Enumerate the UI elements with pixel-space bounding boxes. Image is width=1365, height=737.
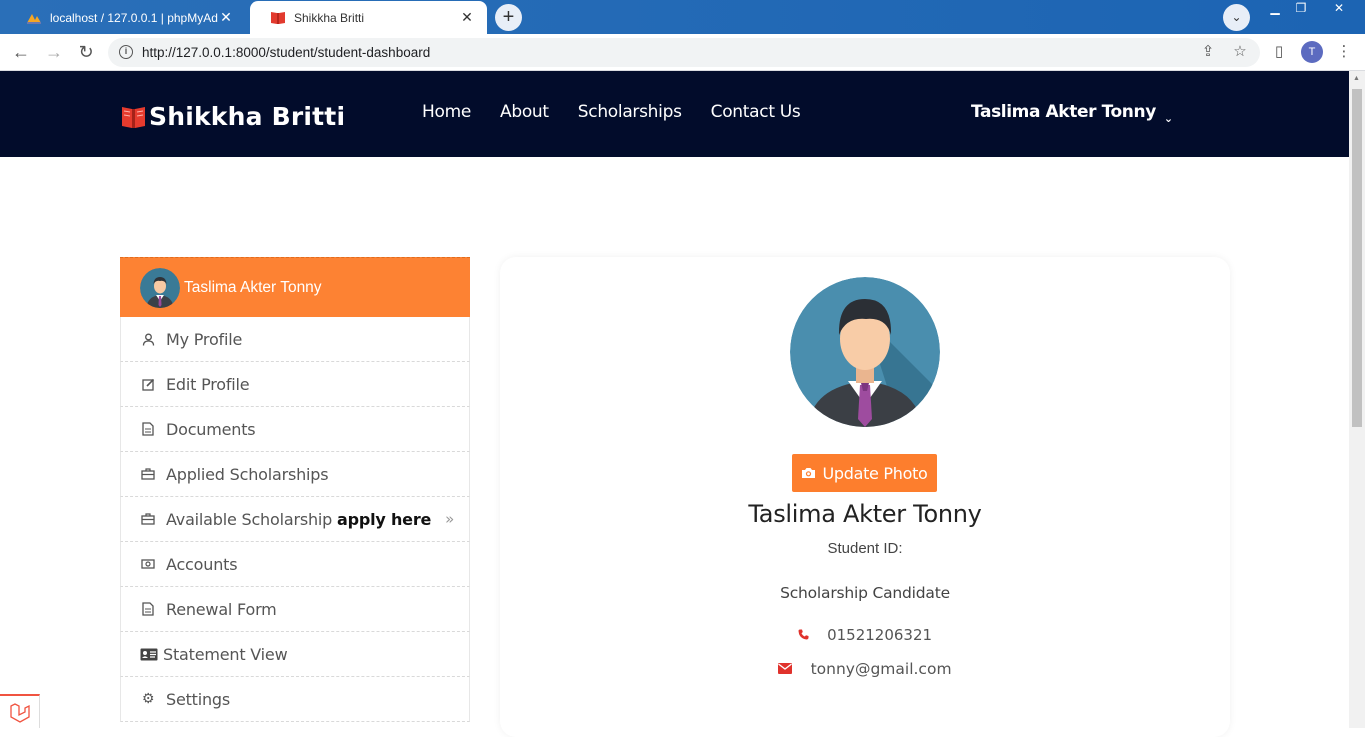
gear-icon: ⚙ xyxy=(141,691,155,707)
site-header: Shikkha Britti Home About Scholarships C… xyxy=(0,71,1349,157)
phpmyadmin-favicon-icon xyxy=(27,13,41,24)
close-tab-icon[interactable]: ✕ xyxy=(218,9,234,26)
apply-here-text: apply here xyxy=(336,509,432,529)
edit-icon xyxy=(141,377,155,391)
chevron-down-icon: ⌄ xyxy=(1163,111,1173,125)
user-dropdown[interactable]: Taslima Akter Tonny ⌄ xyxy=(971,102,1173,125)
sidebar-item-label: Accounts xyxy=(166,554,238,574)
nav-contact-us[interactable]: Contact Us xyxy=(711,102,801,122)
book-logo-icon xyxy=(122,106,145,128)
briefcase-icon xyxy=(141,467,155,481)
browser-tab-shikkha-britti[interactable]: Shikkha Britti ✕ xyxy=(250,1,487,34)
share-icon[interactable]: ⇪ xyxy=(1197,41,1219,63)
sidebar-item-label: Documents xyxy=(166,419,256,439)
phone-icon xyxy=(798,629,813,644)
bookmark-star-icon[interactable]: ☆ xyxy=(1229,41,1251,63)
side-panel-icon[interactable]: ▯ xyxy=(1268,41,1290,63)
browser-tab-strip: localhost / 127.0.0.1 | phpMyAdmin ✕ Shi… xyxy=(0,0,1365,34)
scrollbar-thumb[interactable] xyxy=(1352,89,1362,427)
sidebar-item-my-profile[interactable]: My Profile xyxy=(120,317,470,362)
tab-title: Shikkha Britti xyxy=(294,10,365,25)
site-info-icon[interactable]: i xyxy=(119,45,133,59)
browser-menu-icon[interactable]: ⋮ xyxy=(1333,41,1355,63)
profile-role: Scholarship Candidate xyxy=(780,584,950,602)
profile-phone: 01521206321 xyxy=(500,626,1230,644)
money-icon xyxy=(141,557,155,571)
camera-icon xyxy=(801,464,816,483)
sidebar-item-accounts[interactable]: Accounts xyxy=(120,542,470,587)
forward-arrow-icon[interactable]: → xyxy=(42,40,66,64)
sidebar-item-edit-profile[interactable]: Edit Profile xyxy=(120,362,470,407)
user-icon xyxy=(141,332,155,346)
back-arrow-icon[interactable]: ← xyxy=(9,40,33,64)
document-icon xyxy=(141,422,155,436)
profile-avatar xyxy=(790,277,940,427)
update-photo-button[interactable]: Update Photo xyxy=(792,454,937,492)
sidebar-item-label: Applied Scholarships xyxy=(166,464,329,484)
dashboard-sidebar: Taslima Akter Tonny My Profile Edit Prof… xyxy=(120,257,470,722)
close-window-icon[interactable]: ✕ xyxy=(1326,0,1352,18)
profile-name: Taslima Akter Tonny xyxy=(748,500,982,528)
sidebar-item-statement-view[interactable]: Statement View xyxy=(120,632,470,677)
scroll-up-arrow-icon[interactable]: ▲ xyxy=(1353,75,1360,82)
sidebar-item-available-scholarship[interactable]: Available Scholarship apply here » xyxy=(120,497,470,542)
browser-profile-avatar[interactable]: T xyxy=(1301,41,1323,63)
double-chevron-right-icon: » xyxy=(445,510,455,528)
sidebar-item-label: Settings xyxy=(166,689,231,709)
main-nav: Home About Scholarships Contact Us xyxy=(422,102,830,122)
book-favicon-icon xyxy=(271,11,285,24)
id-card-icon xyxy=(140,647,158,661)
student-id-label: Student ID: xyxy=(827,540,903,557)
phone-number: 01521206321 xyxy=(827,626,933,644)
address-bar[interactable]: i http://127.0.0.1:8000/student/student-… xyxy=(108,38,1260,67)
brand-logo[interactable]: Shikkha Britti xyxy=(121,102,345,131)
nav-about[interactable]: About xyxy=(500,102,549,122)
laravel-debugbar-icon[interactable] xyxy=(0,694,40,728)
new-tab-button[interactable]: + xyxy=(495,4,522,31)
minimize-window-icon[interactable]: ▁ xyxy=(1262,0,1288,18)
reload-icon[interactable]: ↻ xyxy=(74,40,98,64)
nav-scholarships[interactable]: Scholarships xyxy=(578,102,682,122)
sidebar-item-label: Available Scholarship xyxy=(166,509,337,529)
update-photo-label: Update Photo xyxy=(822,463,928,483)
sidebar-item-renewal-form[interactable]: Renewal Form xyxy=(120,587,470,632)
browser-toolbar: ← → ↻ i http://127.0.0.1:8000/student/st… xyxy=(0,34,1365,71)
envelope-icon xyxy=(778,663,796,678)
sidebar-header: Taslima Akter Tonny xyxy=(120,257,470,317)
tab-search-chevron-icon[interactable]: ⌄ xyxy=(1223,4,1250,31)
tab-title: localhost / 127.0.0.1 | phpMyAdmin xyxy=(50,10,218,25)
avatar xyxy=(140,267,180,308)
sidebar-item-settings[interactable]: ⚙ Settings xyxy=(120,677,470,722)
user-name: Taslima Akter Tonny xyxy=(971,102,1156,122)
profile-card: Update Photo Taslima Akter Tonny Student… xyxy=(500,257,1230,737)
browser-tab-phpmyadmin[interactable]: localhost / 127.0.0.1 | phpMyAdmin ✕ xyxy=(6,1,246,34)
profile-email: tonny@gmail.com xyxy=(500,660,1230,678)
sidebar-item-label: Statement View xyxy=(163,644,288,664)
sidebar-item-documents[interactable]: Documents xyxy=(120,407,470,452)
sidebar-item-label: My Profile xyxy=(166,329,243,349)
brand-name: Shikkha Britti xyxy=(149,102,346,131)
document-icon xyxy=(141,602,155,616)
briefcase-icon xyxy=(141,512,155,526)
sidebar-item-label: Renewal Form xyxy=(166,599,277,619)
page-scrollbar[interactable]: ▲ xyxy=(1349,71,1365,728)
sidebar-user-name: Taslima Akter Tonny xyxy=(184,278,322,296)
sidebar-item-label: Edit Profile xyxy=(166,374,250,394)
url-text: http://127.0.0.1:8000/student/student-da… xyxy=(142,45,431,60)
nav-home[interactable]: Home xyxy=(422,102,471,122)
sidebar-item-applied-scholarships[interactable]: Applied Scholarships xyxy=(120,452,470,497)
email-address: tonny@gmail.com xyxy=(810,660,952,678)
restore-window-icon[interactable]: ❐ xyxy=(1288,0,1314,18)
close-tab-icon[interactable]: ✕ xyxy=(459,9,475,26)
